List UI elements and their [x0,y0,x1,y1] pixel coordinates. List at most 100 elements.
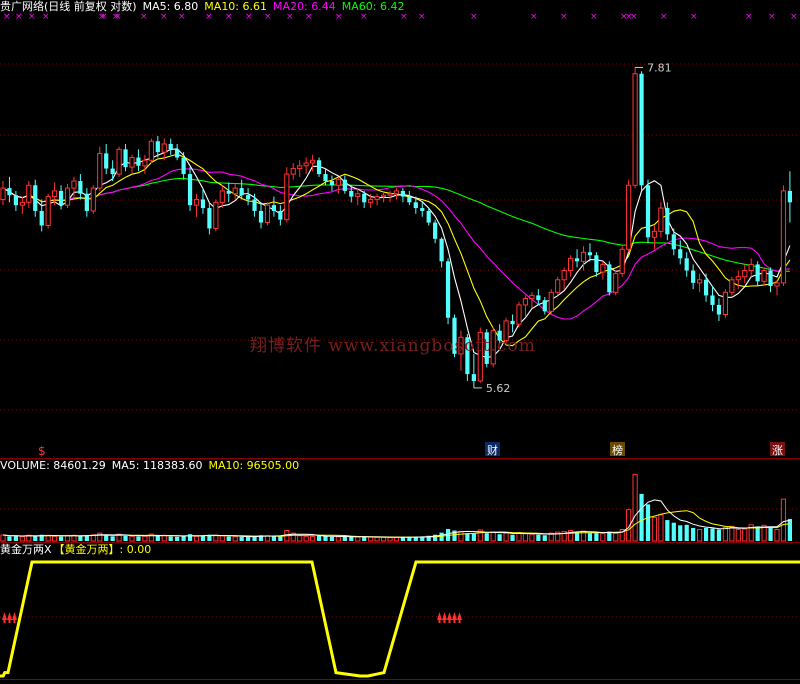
volume-bar-up [52,535,58,542]
candle-body-up [71,180,77,189]
candle-body-down [665,208,670,235]
candle-body-up [232,187,238,195]
candle-body-up [0,187,6,200]
candle-body-up [632,73,638,186]
candle-body-up [387,193,393,196]
volume-bar-up [780,498,787,542]
volume-panel-header: VOLUME: 84601.29 MA5: 118383.60 MA10: 9650… [0,459,305,473]
buy-arrow-stem [8,619,11,623]
volume-bar-down [175,536,180,541]
volume-bar-up [335,536,341,542]
candle-body-up [619,248,625,275]
volume-bar-down [684,524,689,541]
volume-bar-up [380,536,387,542]
candle-body-up [116,148,122,175]
event-marker-x: × [560,12,568,22]
candle-body-down [136,157,141,166]
stock-title: 贵广网络(日线 前复权 对数) [0,0,137,13]
buy-arrow-stem [13,619,16,623]
volume-bar-up [374,536,380,542]
candle-body-down [542,300,547,312]
volume-bar-down [471,533,476,541]
candle-body-down [413,202,418,209]
volume-bar-down [716,529,722,541]
volume-bar-down [181,535,186,541]
volume-bar-down [110,536,115,541]
volume-bar-up [632,473,638,542]
candle-body-up [161,143,167,153]
volume-bar-down [510,534,515,541]
candle-body-down [703,279,709,296]
candle-body-down [755,264,760,282]
candle-body-down [678,249,683,259]
volume-bar-up [297,535,303,542]
volume-bar-down [271,536,276,541]
candle-body-up [52,190,58,198]
volume-bar-down [594,533,599,541]
candle-body-up [303,162,309,167]
candle-body-down [471,374,476,382]
candle-body-down [710,295,715,305]
candle-body-down [271,205,276,211]
candle-body-up [626,184,632,250]
event-marker-x: × [630,12,638,22]
volume-bar-down [123,535,128,541]
volume-bar-up [490,531,496,542]
candle-body-down [175,149,180,158]
volume-bar-up [129,535,135,542]
candle-body-up [516,304,522,325]
buy-arrow-icon [2,612,7,620]
volume-bar-down [200,535,206,541]
volume-bar-down [587,533,593,541]
signal-line [0,560,800,678]
candle-body-down [716,304,722,315]
event-marker-x: × [790,12,798,22]
volume-bar-up [19,536,25,542]
volume-bar-up [722,526,728,542]
candle-body-down [13,195,18,206]
volume-bar-up [0,534,6,542]
candle-body-up [761,270,767,282]
candle-body-down [407,196,412,203]
candle-body-down [639,73,644,186]
candle-body-down [445,261,451,318]
event-marker-x: × [690,12,698,22]
candle-body-down [426,210,431,223]
candle-body-down [207,208,212,229]
candle-body-down [684,258,689,271]
candle-body-up [368,198,374,203]
volume-bar-up [142,535,148,542]
volume-bar-down [678,525,683,541]
event-marker-x: × [418,12,426,22]
volume-bar-up [303,535,309,542]
buy-arrow-icon [447,612,452,620]
candle-body-down [645,185,651,238]
candle-body-down [278,210,283,220]
volume-bar-down [33,535,38,541]
ma5-value: MA5: 6.80 [142,0,199,13]
marker-cai-label: 财 [487,443,498,457]
candle-body-down [536,295,541,301]
candle-body-up [735,276,741,281]
candle-body-down [104,153,109,169]
candle-body-up [722,291,728,316]
event-marker-x: × [660,12,668,22]
volume-bar-down [342,536,347,541]
candle-body-up [26,184,32,203]
volume-bar-up [600,533,606,542]
volume-bar-up [368,536,374,542]
candle-body-up [774,282,780,287]
volume-bar-up [735,528,741,542]
high-price-label: 7.81 [647,61,672,74]
volume-bar-down [168,536,173,541]
candle-body-down [181,157,186,175]
volume-bar-up [529,533,535,542]
volume-bar-down [645,504,651,541]
candle-body-down [420,208,425,211]
indicator-name: 黄金万两X [0,543,52,556]
candle-body-up [561,270,567,281]
volume-bar-up [64,535,71,542]
volume-bar-up [387,537,393,542]
candle-body-up [580,251,587,262]
volume-bar-down [710,528,715,541]
